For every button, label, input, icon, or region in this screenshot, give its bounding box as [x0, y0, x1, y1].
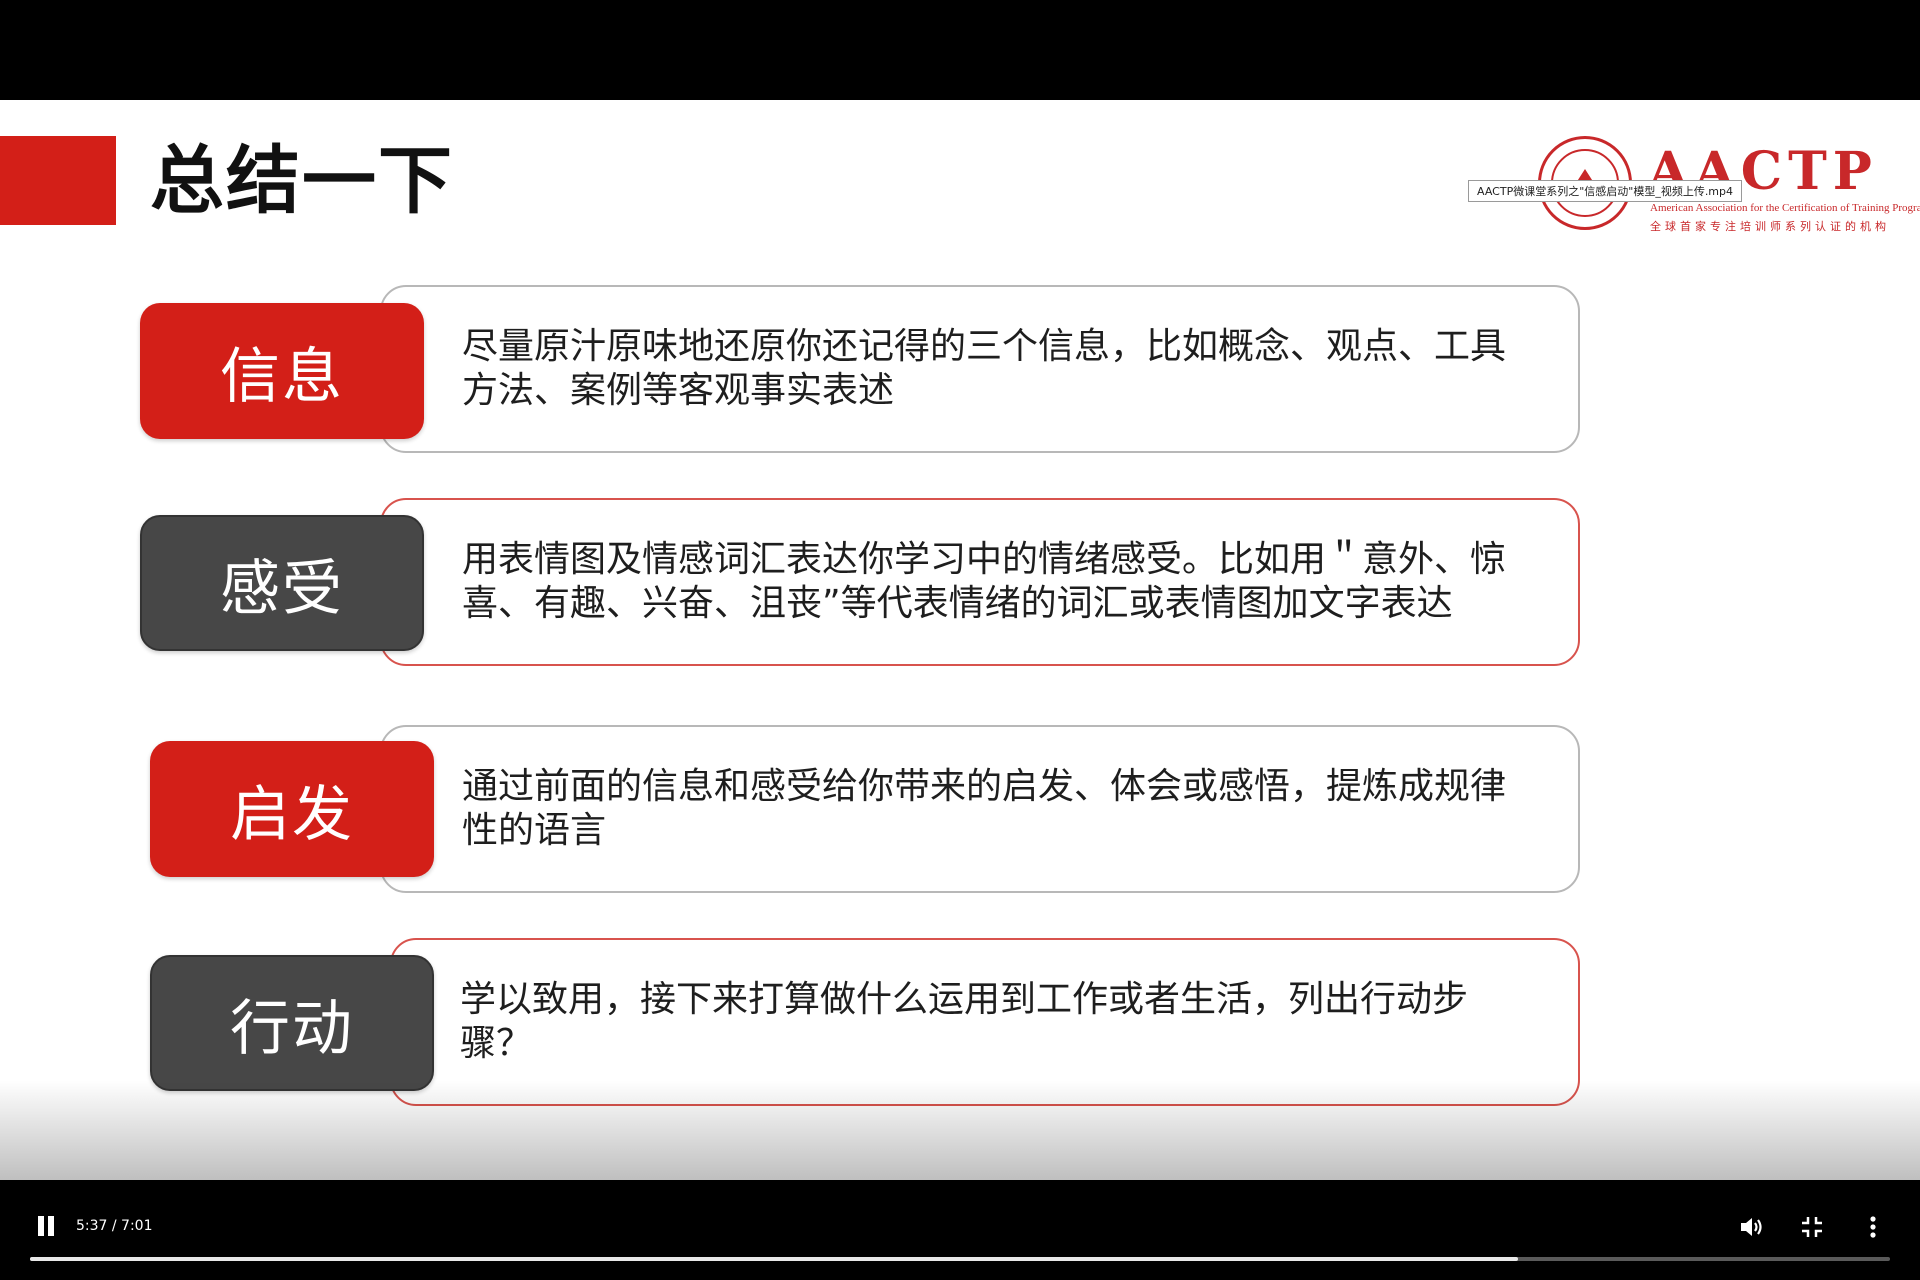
row-info-box: 尽量原汁原味地还原你还记得的三个信息，比如概念、观点、工具方法、案例等客观事实表… — [380, 285, 1580, 453]
control-bar: 5:37 / 7:01 — [0, 1180, 1920, 1280]
row-action-label: 行动 — [150, 955, 434, 1091]
volume-icon[interactable] — [1735, 1210, 1769, 1244]
slide-title: 总结一下 — [150, 138, 454, 224]
row-inspiration-label: 启发 — [150, 741, 434, 877]
row-inspiration-box: 通过前面的信息和感受给你带来的启发、体会或感悟，提炼成规律性的语言 — [380, 725, 1580, 893]
row-feeling-text: 用表情图及情感词汇表达你学习中的情绪感受。比如用＂意外、惊喜、有趣、兴奋、沮丧”… — [462, 539, 1507, 624]
video-player[interactable]: 总结一下 AACTP American Association for the … — [0, 0, 1920, 1280]
exit-fullscreen-icon[interactable] — [1795, 1210, 1829, 1244]
title-accent-bar — [0, 136, 116, 225]
row-info-label: 信息 — [140, 303, 424, 439]
row-inspiration-text: 通过前面的信息和感受给你带来的启发、体会或感悟，提炼成规律性的语言 — [462, 766, 1507, 851]
progress-fill — [30, 1257, 1518, 1261]
time-display: 5:37 / 7:01 — [76, 1218, 153, 1234]
pause-icon[interactable] — [36, 1216, 56, 1240]
filename-tooltip: AACTP微课堂系列之"信感启动"模型_视频上传.mp4 — [1468, 180, 1743, 202]
logo-subtitle-cn: 全球首家专注培训师系列认证的机构 — [1650, 221, 1890, 233]
progress-bar[interactable] — [30, 1257, 1890, 1261]
slide: 总结一下 AACTP American Association for the … — [0, 100, 1920, 1180]
row-feeling-label: 感受 — [140, 515, 424, 651]
row-action-text: 学以致用，接下来打算做什么运用到工作或者生活，列出行动步骤？ — [460, 979, 1469, 1064]
more-options-icon[interactable] — [1856, 1210, 1890, 1244]
row-feeling-box: 用表情图及情感词汇表达你学习中的情绪感受。比如用＂意外、惊喜、有趣、兴奋、沮丧”… — [380, 498, 1580, 666]
row-info-text: 尽量原汁原味地还原你还记得的三个信息，比如概念、观点、工具方法、案例等客观事实表… — [462, 326, 1507, 411]
logo-subtitle-en: American Association for the Certificati… — [1650, 202, 1920, 214]
controls-gradient — [0, 1080, 1920, 1180]
